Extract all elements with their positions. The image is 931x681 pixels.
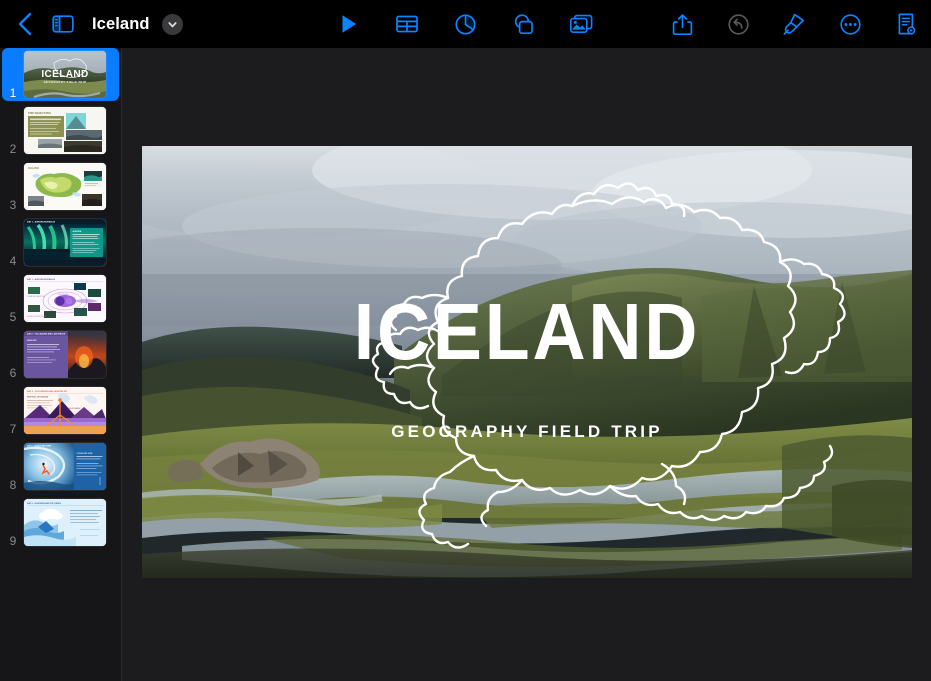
- slide-thumbnail-1[interactable]: 1 ICELAND GEOGRAPHY FIELD TRIP: [2, 48, 119, 101]
- svg-text:DAY 1 - AURORA BOREALIS: DAY 1 - AURORA BOREALIS: [27, 221, 56, 224]
- slide-number: 3: [9, 198, 17, 212]
- svg-text:DAY 3 - GLACIERS AND ICE CAVES: DAY 3 - GLACIERS AND ICE CAVES: [27, 502, 61, 505]
- slide-number: 5: [9, 310, 17, 324]
- svg-text:GEOLOGY: GEOLOGY: [27, 340, 37, 342]
- svg-text:DAY 2 - VOLCANOES AND LAVA FIE: DAY 2 - VOLCANOES AND LAVA FIELDS: [27, 333, 66, 336]
- back-chevron-icon[interactable]: [8, 7, 42, 41]
- slide-thumbnail-image: TRIP OBJECTIVES: [24, 107, 106, 154]
- slide-number: 4: [9, 254, 17, 268]
- slide-thumbnail-image: DAY 2 - VOLCANOES AND LAVA FIELDS ERUPTI…: [24, 387, 106, 434]
- svg-text:GEOGRAPHY FIELD TRIP: GEOGRAPHY FIELD TRIP: [44, 80, 87, 84]
- table-icon[interactable]: [390, 7, 424, 41]
- slide-thumbnail-5[interactable]: 5 DAY 1 - AURORA BOREALIS SOLAR WIND PAR…: [2, 272, 119, 325]
- toolbar: Iceland: [0, 0, 931, 48]
- play-icon[interactable]: [332, 7, 366, 41]
- slide-thumbnail-9[interactable]: 9 DAY 3 - GLACIERS AND ICE CAVES: [2, 496, 119, 549]
- slide-title[interactable]: ICELAND: [173, 289, 881, 375]
- slide-number: 8: [9, 478, 17, 492]
- slide-thumbnail-image: DAY 2 - VOLCANOES AND LAVA FIELDS GEOLOG…: [24, 331, 106, 378]
- keynote-window: Iceland 1 ICELAND GEOGRAPHY FIELD TRIP 2…: [0, 0, 931, 681]
- slide-thumbnail-6[interactable]: 6 DAY 2 - VOLCANOES AND LAVA FIELDS GEOL…: [2, 328, 119, 381]
- slide-thumbnail-image: ICELAND GEOGRAPHY FIELD TRIP: [24, 51, 106, 98]
- svg-text:AURORA: AURORA: [73, 230, 82, 233]
- shape-icon[interactable]: [506, 7, 540, 41]
- svg-text:ERUPTION - KEY STAGES: ERUPTION - KEY STAGES: [27, 396, 49, 399]
- slide-thumbnail-image: DAY 1 - AURORA BOREALIS SOLAR WIND PARTI…: [24, 275, 106, 322]
- slide-thumbnail-image: AURORA DAY 1 - AURORA BOREALIS: [24, 219, 106, 266]
- more-ellipsis-icon[interactable]: [833, 7, 867, 41]
- slide-number: 1: [9, 86, 17, 100]
- slide-number: 2: [9, 142, 17, 156]
- slide-thumbnail-7[interactable]: 7 DAY 2 - VOLCANOES AND LAVA FIELDS ERUP…: [2, 384, 119, 437]
- toolbar-center-group: [332, 7, 598, 41]
- chart-icon[interactable]: [448, 7, 482, 41]
- media-icon[interactable]: [564, 7, 598, 41]
- svg-text:IONOSPHERE: IONOSPHERE: [58, 294, 68, 296]
- slide-number: 9: [9, 534, 17, 548]
- slide-navigator[interactable]: 1 ICELAND GEOGRAPHY FIELD TRIP 2 TRIP OB…: [0, 48, 122, 681]
- svg-text:DAY 2 - VOLCANOES AND LAVA FIE: DAY 2 - VOLCANOES AND LAVA FIELDS: [27, 390, 67, 393]
- toolbar-right-group: [665, 7, 923, 41]
- svg-text:DAY 3 - OCEAN AND SURF: DAY 3 - OCEAN AND SURF: [27, 445, 52, 448]
- toolbar-left-group: Iceland: [0, 7, 183, 41]
- svg-text:ICELAND: ICELAND: [28, 167, 39, 170]
- slide-thumbnail-image: ICELAND: [24, 163, 106, 210]
- slide-thumbnail-3[interactable]: 3 ICELAND: [2, 160, 119, 213]
- slide-thumbnail-4[interactable]: 4 AURORA DAY 1 - AURORA BOREALIS: [2, 216, 119, 269]
- slide-thumbnail-image: DAY 3 - GLACIERS AND ICE CAVES: [24, 499, 106, 546]
- chevron-down-icon[interactable]: [161, 13, 183, 35]
- format-brush-icon[interactable]: [777, 7, 811, 41]
- svg-text:TRIP OBJECTIVES: TRIP OBJECTIVES: [28, 111, 51, 115]
- svg-text:ICELAND: ICELAND: [41, 69, 88, 80]
- sidebar-toggle-icon[interactable]: [46, 7, 80, 41]
- slide-thumbnail-2[interactable]: 2 TRIP OBJECTIVES: [2, 104, 119, 157]
- slide-thumbnail-image: OCEAN AND SURF DAY 3 - OCEAN AND SURF: [24, 443, 106, 490]
- slide-canvas[interactable]: ICELAND GEOGRAPHY FIELD TRIP: [123, 48, 931, 681]
- svg-text:OCEAN AND SURF: OCEAN AND SURF: [77, 452, 94, 455]
- current-slide[interactable]: ICELAND GEOGRAPHY FIELD TRIP: [142, 146, 912, 578]
- slide-number: 7: [9, 422, 17, 436]
- document-title[interactable]: Iceland: [92, 15, 150, 34]
- share-icon[interactable]: [665, 7, 699, 41]
- slide-number: 6: [9, 366, 17, 380]
- document-options-icon[interactable]: [889, 7, 923, 41]
- svg-text:DAY 1 - AURORA BOREALIS: DAY 1 - AURORA BOREALIS: [27, 278, 56, 281]
- slide-subtitle[interactable]: GEOGRAPHY FIELD TRIP: [142, 422, 912, 442]
- undo-icon[interactable]: [721, 7, 755, 41]
- slide-thumbnail-8[interactable]: 8 OCEAN AND SURF DAY 3 - OCEAN AND SURF: [2, 440, 119, 493]
